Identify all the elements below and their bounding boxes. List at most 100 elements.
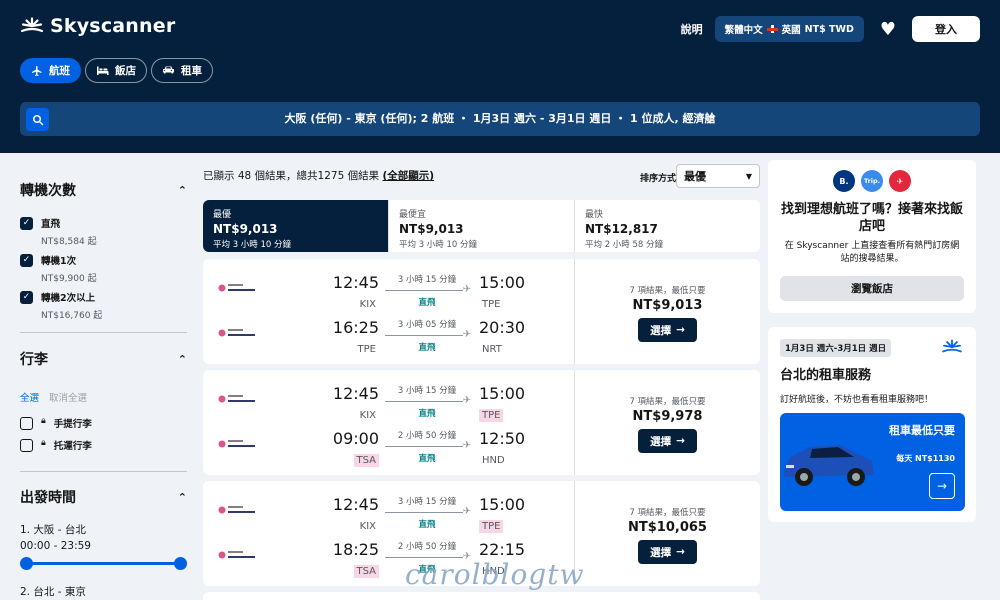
checkbox-icon[interactable] bbox=[20, 439, 33, 452]
car-hire-offer[interactable]: 租車最低只要 每天 NT$1130 → bbox=[780, 413, 965, 511]
lock-icon: 🔒︎ bbox=[41, 438, 46, 448]
search-summary-bar[interactable]: 大阪 (任何) - 東京 (任何); 2 航班 ・ 1月3日 週六 - 3月1日… bbox=[20, 102, 980, 136]
tab-hotels[interactable]: 飯店 bbox=[85, 58, 147, 83]
departure-airport: TSA bbox=[353, 565, 379, 578]
flight-result-card[interactable]: 12:45 KIX 3 小時 15 分鐘 ✈ 直飛 15:00 TPE 09:00 TSA… bbox=[203, 370, 760, 475]
china-airlines-logo bbox=[218, 329, 255, 337]
hotel-promo-desc: 在 Skyscanner 上直接查看所有熱門訂房網站的搜尋結果。 bbox=[784, 241, 960, 264]
filter-direct[interactable]: ✓ 直飛 NT$8,584 起 bbox=[20, 216, 97, 247]
china-airlines-logo bbox=[218, 506, 255, 514]
baggage-filter-title: 行李 bbox=[20, 352, 48, 368]
select-label: 選擇 bbox=[650, 546, 672, 559]
departure-time-filter-header[interactable]: 出發時間 ⌃ bbox=[20, 487, 187, 507]
sort-tab-cheapest[interactable]: 最便宜 NT$9,013 平均 3 小時 10 分鐘 bbox=[389, 200, 575, 252]
select-label: 選擇 bbox=[650, 435, 672, 448]
lock-icon: 🔒︎ bbox=[41, 416, 46, 426]
checkbox-icon[interactable] bbox=[20, 417, 33, 430]
china-airlines-logo bbox=[218, 395, 255, 403]
flight-leg: 09:00 TSA 2 小時 50 分鐘 ✈ 直飛 12:50 HND bbox=[203, 427, 575, 471]
stops-filter-title: 轉機次數 bbox=[20, 183, 76, 199]
time-range-slider-track[interactable] bbox=[26, 562, 180, 565]
slider-handle-end[interactable] bbox=[174, 557, 187, 570]
departure-time: 12:45 bbox=[332, 273, 379, 292]
sort-tab-price: NT$12,817 bbox=[585, 222, 658, 236]
car-offer-text: 租車最低只要 bbox=[889, 424, 955, 437]
tab-label: 飯店 bbox=[115, 65, 136, 77]
select-button[interactable]: 選擇 → bbox=[638, 429, 697, 453]
tab-car-hire[interactable]: 租車 bbox=[151, 58, 213, 83]
checkbox-checked-icon[interactable]: ✓ bbox=[20, 254, 33, 267]
filter-label: 直飛 bbox=[41, 219, 61, 230]
departure-airport: KIX bbox=[359, 299, 376, 310]
stops-label: 直飛 bbox=[418, 409, 436, 419]
chevron-up-icon[interactable]: ⌃ bbox=[178, 353, 187, 366]
filter-cabin-bag[interactable]: 🔒︎ 手提行李 bbox=[20, 416, 92, 430]
divider bbox=[20, 471, 187, 472]
caret-down-icon: ▼ bbox=[745, 171, 752, 181]
sort-tab-duration: 平均 3 小時 10 分鐘 bbox=[213, 240, 292, 250]
sort-tab-name: 最快 bbox=[585, 210, 604, 220]
plane-icon: ✈ bbox=[462, 395, 471, 406]
flight-duration: 2 小時 50 分鐘 bbox=[397, 542, 457, 552]
filter-two-plus-stops[interactable]: ✓ 轉機2次以上 NT$16,760 起 bbox=[20, 290, 102, 321]
sort-tab-duration: 平均 2 小時 58 分鐘 bbox=[585, 240, 664, 250]
arrival-time: 12:50 bbox=[479, 429, 526, 448]
china-airlines-logo bbox=[218, 551, 255, 559]
locale-selector[interactable]: 繁體中文 英國 NT$ TWD bbox=[714, 16, 864, 42]
tab-flights[interactable]: 航班 bbox=[20, 58, 81, 83]
filter-checked-bag[interactable]: 🔒︎ 托運行李 bbox=[20, 438, 92, 452]
chevron-up-icon[interactable]: ⌃ bbox=[178, 184, 187, 197]
sort-tab-duration: 平均 3 小時 10 分鐘 bbox=[399, 240, 478, 250]
arrival-airport: TPE bbox=[479, 409, 504, 422]
checkbox-checked-icon[interactable]: ✓ bbox=[20, 217, 33, 230]
plane-icon bbox=[32, 65, 42, 76]
sort-tab-fastest[interactable]: 最快 NT$12,817 平均 2 小時 58 分鐘 bbox=[575, 200, 760, 252]
plane-icon: ✈ bbox=[462, 329, 471, 340]
stops-filter-header[interactable]: 轉機次數 ⌃ bbox=[20, 180, 187, 200]
flight-price: NT$9,013 bbox=[632, 298, 703, 313]
flight-leg: 12:45 KIX 3 小時 15 分鐘 ✈ 直飛 15:00 TPE bbox=[203, 271, 575, 315]
filter-price: NT$16,760 起 bbox=[41, 311, 103, 321]
arrival-airport: NRT bbox=[482, 344, 502, 355]
arrival-time: 15:00 bbox=[479, 273, 526, 292]
plane-icon: ✈ bbox=[462, 284, 471, 295]
filter-one-stop[interactable]: ✓ 轉機1次 NT$9,900 起 bbox=[20, 253, 97, 284]
arrival-time: 22:15 bbox=[479, 540, 526, 559]
uk-flag-icon bbox=[766, 25, 778, 33]
sort-select[interactable]: 最優 ▼ bbox=[676, 164, 760, 188]
locale-language: 繁體中文 bbox=[724, 25, 763, 36]
departure-airport: KIX bbox=[359, 521, 376, 532]
arrival-time: 20:30 bbox=[479, 318, 526, 337]
arrow-right-icon[interactable]: → bbox=[929, 473, 955, 499]
heart-icon[interactable]: ♥ bbox=[880, 19, 896, 40]
plane-icon: ✈ bbox=[462, 506, 471, 517]
sort-tab-price: NT$9,013 bbox=[399, 222, 464, 236]
departure-time: 09:00 bbox=[332, 429, 379, 448]
chevron-up-icon[interactable]: ⌃ bbox=[178, 491, 187, 504]
brand-name: Skyscanner bbox=[50, 15, 176, 37]
results-count: 已顯示 48 個結果，總共1275 個結果 (全部顯示) bbox=[203, 168, 434, 183]
show-all-link[interactable]: (全部顯示) bbox=[382, 170, 434, 182]
plane-icon: ✈ bbox=[462, 440, 471, 451]
skyscanner-logo[interactable]: Skyscanner bbox=[20, 15, 175, 37]
flight-result-card[interactable]: 12:45 KIX 3 小時 15 分鐘 ✈ 直飛 15:00 TPE 16:25 TPE… bbox=[203, 259, 760, 364]
sort-value: 最優 bbox=[684, 170, 706, 183]
china-airlines-logo bbox=[218, 440, 255, 448]
login-button[interactable]: 登入 bbox=[912, 16, 980, 42]
clear-all-link[interactable]: 取消全選 bbox=[49, 390, 87, 404]
help-link[interactable]: 說明 bbox=[681, 21, 703, 37]
select-button[interactable]: 選擇 → bbox=[638, 540, 697, 564]
browse-hotels-button[interactable]: 瀏覽飯店 bbox=[780, 276, 964, 301]
results-shown-text: 已顯示 48 個結果，總共1275 個結果 bbox=[203, 170, 380, 182]
leg1-label: 1. 大阪 - 台北 bbox=[20, 524, 86, 536]
flight-result-card[interactable] bbox=[203, 592, 760, 600]
checkbox-checked-icon[interactable]: ✓ bbox=[20, 291, 33, 304]
departure-time: 16:25 bbox=[332, 318, 379, 337]
slider-handle-start[interactable] bbox=[20, 557, 33, 570]
locale-region: 英國 bbox=[781, 25, 801, 36]
sort-tab-best[interactable]: 最優 NT$9,013 平均 3 小時 10 分鐘 bbox=[203, 200, 389, 252]
baggage-filter-header[interactable]: 行李 ⌃ bbox=[20, 349, 187, 369]
select-all-link[interactable]: 全選 bbox=[20, 390, 39, 404]
select-button[interactable]: 選擇 → bbox=[638, 318, 697, 342]
car-dates-chip: 1月3日 週六-3月1日 週日 bbox=[780, 339, 892, 357]
